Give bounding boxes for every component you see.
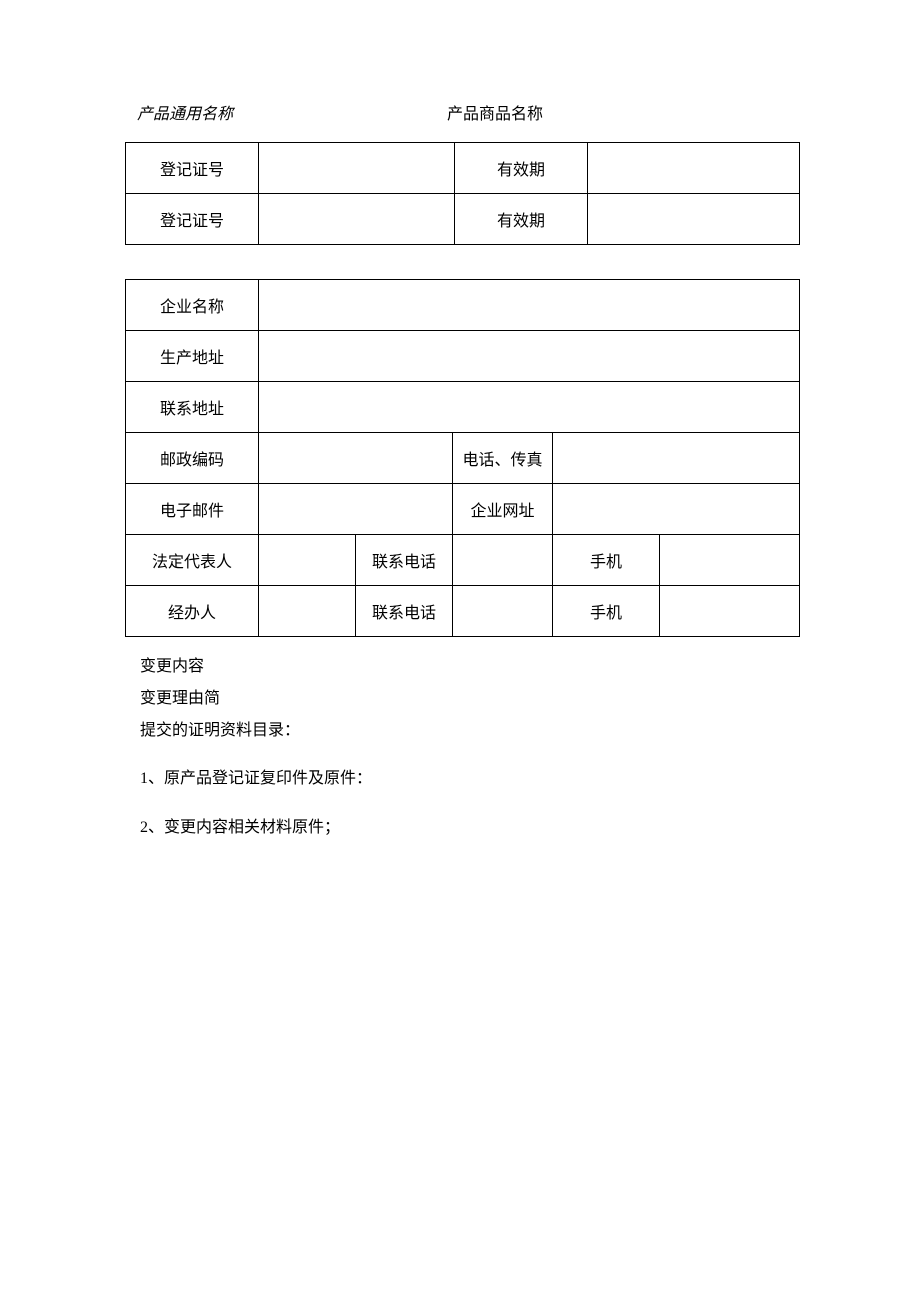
legal-rep-value — [259, 535, 356, 586]
header-row: 产品通用名称 产品商品名称 — [125, 100, 800, 124]
production-address-label: 生产地址 — [126, 331, 259, 382]
handler-phone-label: 联系电话 — [356, 586, 453, 637]
table-row: 登记证号 有效期 — [126, 143, 800, 194]
handler-phone-value — [453, 586, 553, 637]
registration-number-label: 登记证号 — [126, 143, 259, 194]
legal-phone-label: 联系电话 — [356, 535, 453, 586]
table-row: 企业名称 — [126, 280, 800, 331]
legal-mobile-value — [660, 535, 800, 586]
website-label: 企业网址 — [453, 484, 553, 535]
registration-table: 登记证号 有效期 登记证号 有效期 — [125, 142, 800, 245]
handler-mobile-label: 手机 — [553, 586, 660, 637]
validity-value — [588, 143, 800, 194]
company-info-table: 企业名称 生产地址 联系地址 邮政编码 电话、传真 电子邮件 企业网址 法定代表… — [125, 279, 800, 637]
material-item-1: 1、原产品登记证复印件及原件： — [140, 761, 800, 796]
email-value — [259, 484, 453, 535]
legal-rep-label: 法定代表人 — [126, 535, 259, 586]
table-row: 登记证号 有效期 — [126, 194, 800, 245]
table-row: 电子邮件 企业网址 — [126, 484, 800, 535]
website-value — [553, 484, 800, 535]
registration-number-value — [259, 143, 455, 194]
legal-phone-value — [453, 535, 553, 586]
legal-mobile-label: 手机 — [553, 535, 660, 586]
phone-fax-label: 电话、传真 — [453, 433, 553, 484]
postal-code-value — [259, 433, 453, 484]
postal-code-label: 邮政编码 — [126, 433, 259, 484]
materials-title: 提交的证明资料目录： — [140, 715, 800, 747]
table-row: 法定代表人 联系电话 手机 — [126, 535, 800, 586]
text-section: 变更内容 变更理由简 提交的证明资料目录： 1、原产品登记证复印件及原件： 2、… — [125, 651, 800, 845]
generic-name-label: 产品通用名称 — [137, 100, 447, 124]
handler-value — [259, 586, 356, 637]
phone-fax-value — [553, 433, 800, 484]
table-row: 经办人 联系电话 手机 — [126, 586, 800, 637]
handler-label: 经办人 — [126, 586, 259, 637]
validity-label: 有效期 — [455, 194, 588, 245]
validity-value — [588, 194, 800, 245]
registration-number-label: 登记证号 — [126, 194, 259, 245]
company-name-label: 企业名称 — [126, 280, 259, 331]
email-label: 电子邮件 — [126, 484, 259, 535]
trade-name-label: 产品商品名称 — [447, 100, 543, 124]
change-content-label: 变更内容 — [140, 651, 800, 683]
contact-address-value — [259, 382, 800, 433]
contact-address-label: 联系地址 — [126, 382, 259, 433]
material-item-2: 2、变更内容相关材料原件； — [140, 810, 800, 845]
registration-number-value — [259, 194, 455, 245]
validity-label: 有效期 — [455, 143, 588, 194]
table-row: 邮政编码 电话、传真 — [126, 433, 800, 484]
production-address-value — [259, 331, 800, 382]
table-row: 联系地址 — [126, 382, 800, 433]
handler-mobile-value — [660, 586, 800, 637]
company-name-value — [259, 280, 800, 331]
table-row: 生产地址 — [126, 331, 800, 382]
change-reason-label: 变更理由简 — [140, 683, 800, 715]
